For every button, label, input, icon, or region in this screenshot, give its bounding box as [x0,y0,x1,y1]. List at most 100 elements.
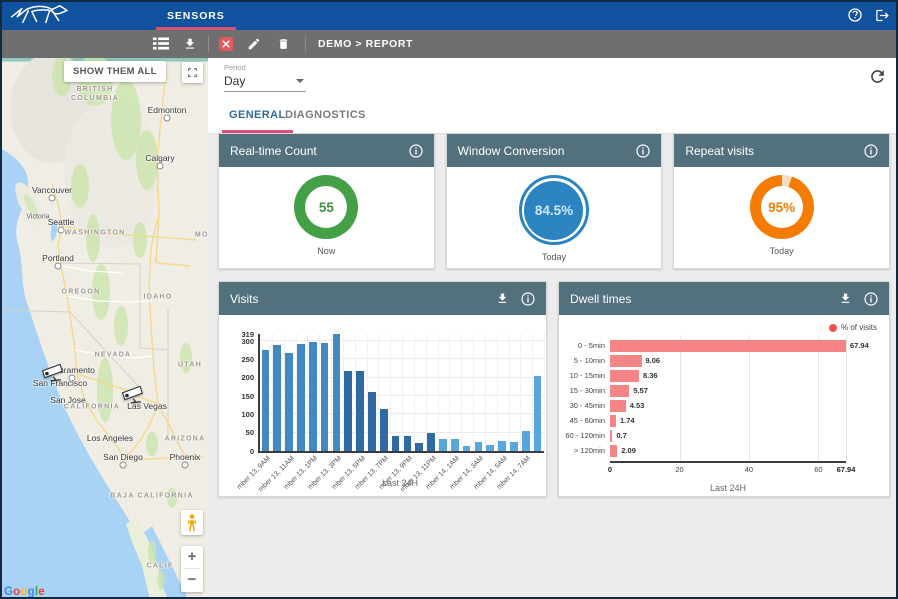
visits-bar[interactable] [522,431,530,451]
visits-bar[interactable] [451,439,459,452]
visits-bar[interactable] [404,436,412,451]
zoom-out-button[interactable]: − [181,569,203,591]
info-button[interactable] [636,144,650,158]
visits-bar[interactable] [534,376,542,451]
refresh-button[interactable] [866,67,888,89]
dwell-bar[interactable] [610,370,639,382]
y-axis-tick-label: 150 [219,392,254,401]
visits-bar[interactable] [475,442,483,452]
zoom-in-button[interactable]: + [181,546,203,568]
show-them-all-button[interactable]: SHOW THEM ALL [64,61,166,82]
visits-bar[interactable] [463,446,471,451]
dwell-bar[interactable] [610,355,642,367]
x-axis-line [610,461,846,463]
map-city-dot [164,115,171,122]
download-report-button[interactable] [183,37,197,51]
card-header: Repeat visits [674,134,889,167]
sensor-camera-marker[interactable] [41,364,69,389]
card-header: Window Conversion [447,134,662,167]
gridline [846,335,847,461]
map-city-dot [157,163,164,170]
excel-export-button[interactable] [219,37,233,51]
x-axis-title: Last 24H [610,483,846,493]
visits-bar[interactable] [498,441,506,451]
visits-bar[interactable] [392,436,400,451]
visits-bar[interactable] [344,371,352,451]
visits-bar[interactable] [415,443,423,451]
brand-logo-fox[interactable] [8,3,80,27]
info-icon [521,292,535,306]
edit-button[interactable] [247,37,261,51]
breadcrumb: DEMO > REPORT [318,30,413,58]
info-icon [636,144,650,158]
period-value: Day [224,74,245,88]
visits-bar[interactable] [439,439,447,451]
card-title: Real-time Count [230,144,397,158]
visits-bar[interactable] [273,345,281,451]
visits-bar[interactable] [262,350,270,451]
excel-export-icon [219,37,233,51]
help-button[interactable] [847,7,863,23]
nav-item-sensors[interactable]: SENSORS [154,0,238,30]
visits-bar[interactable] [380,409,388,451]
card-body: 95% Today [674,175,889,269]
dwell-bar[interactable] [610,430,612,442]
map-canvas [0,58,208,599]
delete-button[interactable] [277,37,290,51]
visits-bar[interactable] [486,445,494,451]
dwell-bar[interactable] [610,340,846,352]
view-list-button[interactable] [153,37,169,50]
visits-bar[interactable] [309,342,317,451]
visits-chart: 050100150200250300319mber 13, 9AMmber 13… [219,315,546,496]
info-button[interactable] [864,292,878,306]
delete-icon [277,37,290,51]
gridline [497,334,498,451]
y-axis-tick-label: 0 [219,447,254,456]
legend: % of visits [829,323,877,332]
help-icon [847,7,863,23]
period-select[interactable]: Period Day [224,62,306,92]
dwell-bar[interactable] [610,400,626,412]
download-chart-button[interactable] [839,292,852,305]
visits-bar[interactable] [297,344,305,452]
dwell-value-label: 4.53 [630,401,645,410]
y-axis-tick-label: 200 [219,373,254,382]
info-button[interactable] [521,292,535,306]
info-button[interactable] [864,144,878,158]
gauge-caption: Today [447,252,662,262]
kpi-card-window-conversion: Window Conversion 84.5% Today [446,133,663,269]
card-title: Window Conversion [458,144,625,158]
map-pane[interactable]: BRITISH COLUMBIAEdmontonCalgaryVancouver… [0,58,208,599]
map-city-dot [55,263,62,270]
visits-bar[interactable] [510,442,518,452]
gauge-value: 95% [768,200,795,215]
dwell-times-chart: % of visits 0 - 5min67.945 - 10min9.0610… [559,315,889,496]
visits-bar[interactable] [427,433,435,451]
map-city-dot [58,227,65,234]
dropdown-caret-icon [296,79,304,87]
visits-bar[interactable] [356,371,364,451]
gridline [485,334,486,451]
dwell-bar[interactable] [610,445,617,457]
tab-diagnostics[interactable]: DIAGNOSTICS [274,97,377,133]
dwell-category-label: 5 - 10min [559,356,605,365]
gridline [818,335,819,461]
sensor-camera-marker[interactable] [121,386,149,411]
download-chart-button[interactable] [496,292,509,305]
dwell-bar[interactable] [610,415,616,427]
google-logo[interactable]: Google [4,586,45,598]
info-button[interactable] [409,144,423,158]
visits-bar[interactable] [368,392,376,451]
navbar: SENSORS [0,0,898,30]
visits-bar[interactable] [321,343,329,451]
dwell-value-label: 9.06 [646,356,661,365]
google-logo-letter: G [4,586,13,598]
fullscreen-button[interactable] [182,62,203,83]
refresh-icon [868,67,887,86]
logout-button[interactable] [875,8,890,23]
x-axis-title: Last 24H [258,478,542,488]
dwell-bar[interactable] [610,385,629,397]
pegman-button[interactable] [181,510,203,535]
visits-bar[interactable] [285,353,293,451]
visits-bar[interactable] [333,334,341,451]
